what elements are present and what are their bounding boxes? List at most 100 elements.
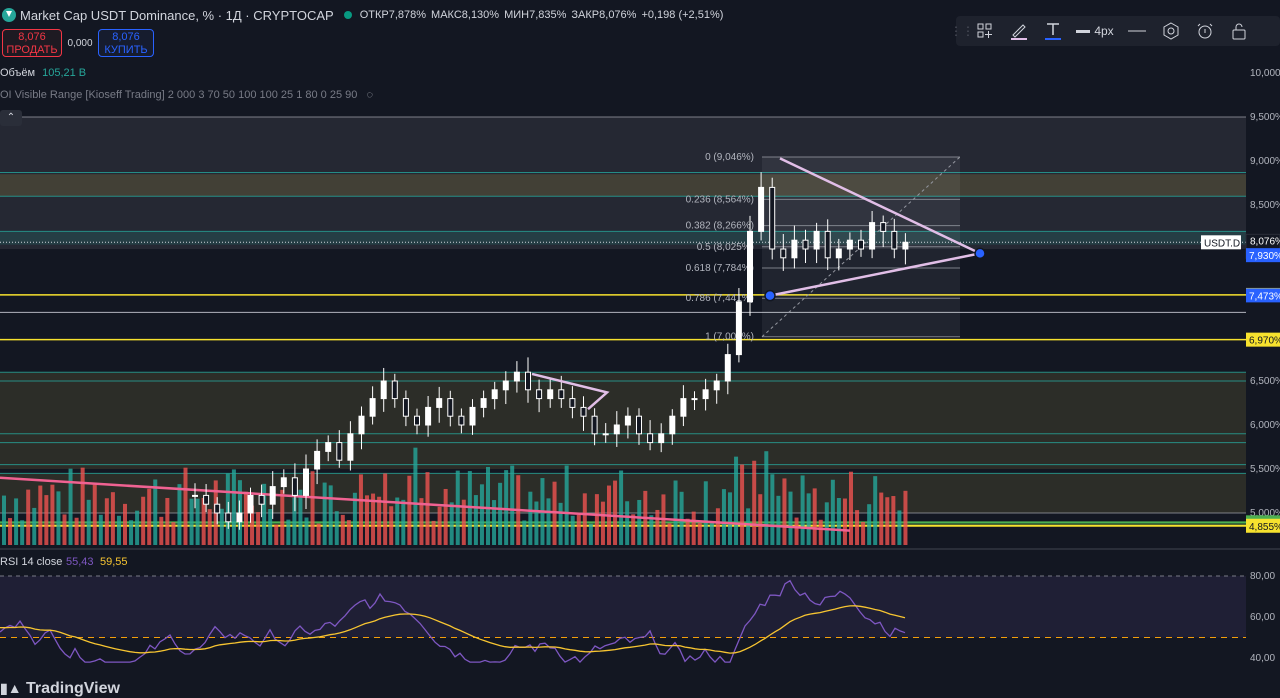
volume-bar [177, 484, 182, 545]
volume-bar [274, 524, 279, 545]
candle-body [491, 389, 498, 400]
candle-body [824, 230, 831, 259]
volume-bar [358, 474, 363, 545]
volume-bar [824, 502, 829, 545]
volume-bar [655, 509, 660, 545]
volume-bar [395, 497, 400, 545]
rsi-axis-tick: 40,00 [1250, 653, 1275, 664]
volume-bar [479, 484, 484, 545]
volume-bar [437, 506, 442, 545]
line-style-icon[interactable] [1120, 16, 1154, 46]
tether-logo-icon [2, 8, 16, 22]
candle-body [469, 406, 476, 426]
line-width-icon [1076, 29, 1091, 33]
volume-bar [365, 495, 369, 545]
volume-bar [625, 501, 630, 545]
candle-body [902, 241, 909, 250]
candle-body [547, 389, 554, 400]
brand-name: TradingView [26, 680, 120, 697]
candle-body [358, 415, 365, 435]
volume-bar [443, 488, 448, 545]
volume-bar [891, 496, 896, 545]
volume-bar [498, 482, 503, 545]
volume-bar [340, 514, 345, 545]
volume-bar [673, 480, 678, 545]
settings-icon[interactable] [1154, 16, 1188, 46]
buy-button[interactable]: 8,076 КУПИТЬ [98, 29, 154, 57]
price-axis-tick: 5,500% [1250, 464, 1280, 475]
volume-bar [564, 465, 569, 545]
last-price-value: 8,076% [1250, 236, 1280, 247]
volume-bar [110, 492, 115, 545]
ohlc-close-value: 8,076% [599, 9, 637, 21]
price-change: +0,198 (+2,51%) [641, 9, 724, 21]
volume-bar [861, 521, 866, 545]
candle-body [369, 398, 376, 417]
candle-body [425, 406, 432, 426]
price-tag-value: 7,930% [1249, 251, 1280, 262]
volume-bar [619, 470, 624, 545]
volume-bar [116, 515, 121, 545]
volume-bar [183, 467, 188, 545]
volume-bar [56, 491, 61, 545]
price-chart[interactable]: 0 (9,046%) 0.236 (8,564%) 0.382 (8,266%) 0.… [0, 0, 1280, 698]
rsi-legend-label: RSI 14 close [0, 556, 62, 568]
vrvp-legend[interactable]: OI Visible Range [Kioseff Trading] 2 000… [0, 89, 373, 101]
ohlc-high-label: МАКС [431, 9, 462, 21]
volume-bar [298, 489, 303, 545]
volume-bar [897, 510, 902, 545]
buy-price: 8,076 [112, 31, 140, 43]
candle-body [769, 186, 776, 250]
volume-bar [842, 498, 847, 545]
volume-bar [486, 466, 490, 545]
volume-bar [758, 494, 763, 545]
volume-bar [570, 515, 575, 545]
volume-bar [219, 508, 224, 545]
candle-body [869, 222, 876, 250]
fib-level-label: 0.618 (7,784%) [686, 263, 754, 274]
volume-legend[interactable]: Объём 105,21 B [0, 67, 86, 79]
text-color-icon[interactable] [1036, 16, 1070, 46]
eye-off-icon[interactable]: ◌ [366, 89, 373, 101]
lock-icon[interactable] [1222, 16, 1256, 46]
symbol-title[interactable]: Market Cap USDT Dominance, % · 1Д · CRYP… [20, 8, 334, 23]
triangle-anchor-point [764, 289, 776, 302]
trade-panel: 8,076 ПРОДАТЬ 0,000 8,076 КУПИТЬ [2, 29, 154, 57]
volume-bar [98, 514, 103, 545]
candle-body [647, 433, 654, 444]
volume-bar [147, 488, 152, 545]
volume-bar [770, 474, 775, 545]
volume-bar [697, 523, 702, 545]
volume-bar [806, 493, 811, 545]
ohlc-low-label: МИН [504, 9, 530, 21]
candle-body [447, 398, 454, 417]
candle-body [558, 389, 565, 400]
volume-bar [746, 508, 751, 545]
tradingview-logo-icon: ▮▲ [0, 680, 22, 696]
collapse-legend-button[interactable]: ⌃ [0, 110, 22, 126]
candle-body [702, 389, 709, 400]
tradingview-logo[interactable]: ▮▲ TradingView [0, 680, 120, 698]
alert-icon[interactable] [1188, 16, 1222, 46]
line-color-icon[interactable] [1002, 16, 1036, 46]
volume-bar [728, 492, 732, 545]
line-width-selector[interactable]: 4px [1070, 16, 1120, 46]
volume-value: 105,21 B [42, 67, 87, 79]
ohlc-high-value: 8,130% [461, 9, 500, 21]
sell-button[interactable]: 8,076 ПРОДАТЬ [2, 29, 62, 57]
drag-handle-icon[interactable]: ⋮⋮ [950, 16, 974, 46]
candle-body [724, 354, 731, 382]
volume-bar [691, 511, 696, 545]
volume-bar [268, 508, 273, 545]
volume-bar [534, 501, 539, 545]
candle-body [380, 380, 387, 400]
fib-level-label: 0.5 (8,025%) [697, 242, 754, 253]
template-icon[interactable] [968, 16, 1002, 46]
volume-bar [818, 519, 823, 545]
candle-body [780, 248, 787, 259]
rsi-legend-value: 55,43 [66, 556, 94, 568]
volume-bar [32, 507, 37, 545]
volume-bar [703, 481, 708, 545]
price-axis-tick: 10,000% [1250, 68, 1280, 79]
volume-bar [734, 456, 739, 545]
